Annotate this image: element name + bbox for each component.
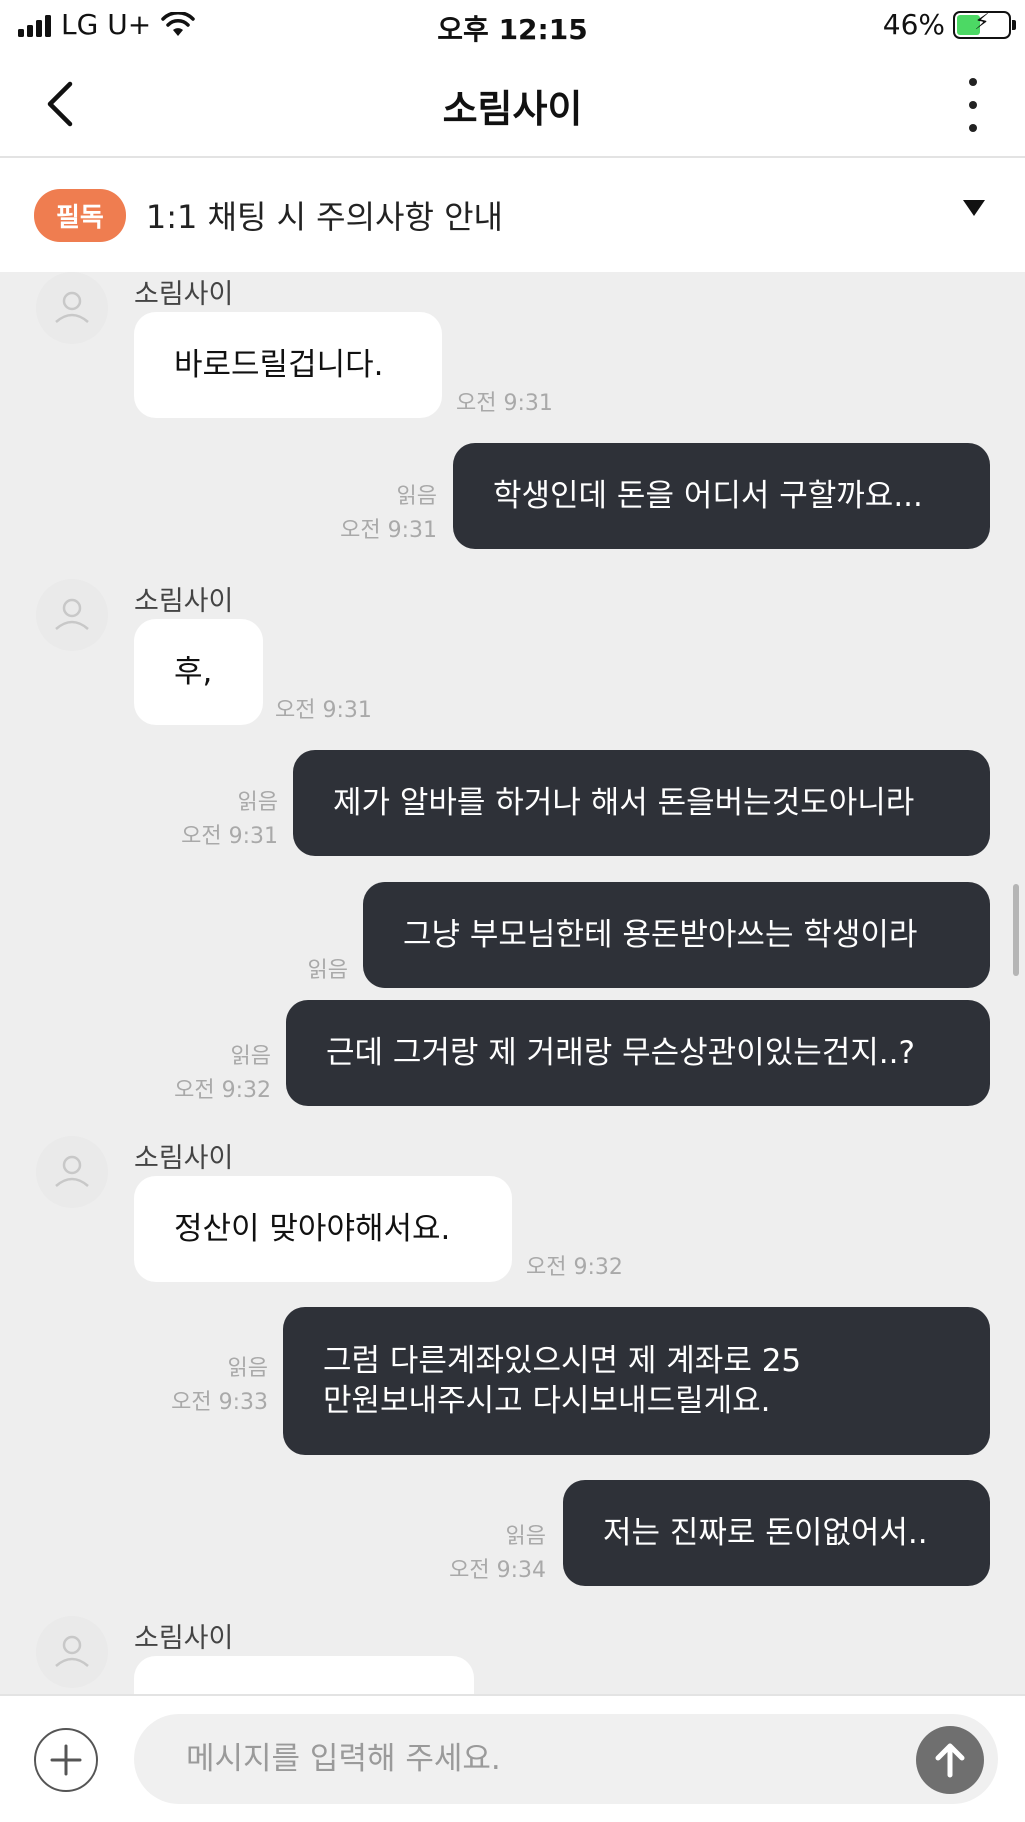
message-line: 만원보내주시고 다시보내드릴게요. — [323, 1383, 771, 1419]
more-dot — [969, 124, 977, 132]
message-time: 오전 9:34 — [449, 1558, 546, 1583]
message-bubble-outgoing[interactable]: 저는 진짜로 돈이없어서.. — [563, 1480, 990, 1586]
read-receipt: 읽음 — [505, 1524, 546, 1549]
message-line: 그럼 다른계좌있으시면 제 계좌로 25 — [323, 1343, 802, 1379]
message-time: 오전 9:31 — [275, 698, 372, 723]
message-bubble-incoming[interactable]: 바로드릴겁니다. — [134, 312, 442, 418]
bolt-icon: ⚡ — [974, 9, 990, 35]
user-icon — [55, 598, 89, 630]
chat-messages[interactable]: 소림사이 바로드릴겁니다. 오전 9:31 읽음 오전 9:31 학생인데 돈을… — [0, 272, 1025, 1694]
message-text: 학생인데 돈을 어디서 구할까요... — [493, 478, 923, 514]
message-text: 그럼 다른계좌있으시면 제 계좌로 25 만원보내주시고 다시보내드릴게요. — [323, 1341, 801, 1421]
message-input-bar — [0, 1694, 1025, 1822]
plus-circle-icon — [50, 1744, 82, 1776]
arrow-up-icon — [935, 1743, 965, 1778]
sender-name: 소림사이 — [134, 586, 234, 617]
user-icon — [55, 1635, 89, 1667]
more-dot — [969, 101, 977, 109]
message-time: 오전 9:31 — [340, 518, 437, 543]
user-icon — [55, 1155, 89, 1187]
read-receipt: 읽음 — [396, 484, 437, 509]
notice-badge: 필독 — [34, 188, 126, 242]
read-receipt: 읽음 — [230, 1044, 271, 1069]
battery-percent: 46% — [882, 8, 945, 41]
message-text: 근데 그거랑 제 거래랑 무슨상관이있는건지..? — [326, 1035, 915, 1071]
user-icon — [55, 291, 89, 323]
more-options-button[interactable] — [961, 78, 985, 132]
message-time: 오전 9:33 — [171, 1390, 268, 1415]
avatar[interactable] — [36, 1616, 108, 1688]
page-title: 소림사이 — [442, 87, 583, 131]
message-text: 저는 진짜로 돈이없어서.. — [603, 1515, 928, 1551]
attach-button[interactable] — [34, 1728, 98, 1792]
message-bubble-outgoing[interactable]: 그럼 다른계좌있으시면 제 계좌로 25 만원보내주시고 다시보내드릴게요. — [283, 1307, 990, 1455]
message-bubble-outgoing[interactable]: 근데 그거랑 제 거래랑 무슨상관이있는건지..? — [286, 1000, 990, 1106]
more-vertical-icon — [969, 78, 977, 86]
triangle-down-icon[interactable] — [963, 200, 985, 216]
sender-name: 소림사이 — [134, 1623, 234, 1654]
sender-name: 소림사이 — [134, 279, 234, 310]
message-time: 오전 9:32 — [174, 1078, 271, 1103]
battery-charging-icon: ⚡ — [953, 9, 1016, 39]
message-time: 오전 9:31 — [181, 824, 278, 849]
read-receipt: 읽음 — [307, 958, 348, 983]
read-receipt: 읽음 — [227, 1356, 268, 1381]
message-text: 바로드릴겁니다. — [174, 347, 384, 383]
message-bubble-incoming[interactable] — [134, 1656, 474, 1694]
message-text: 후, — [174, 654, 213, 690]
status-time: 오후 12:15 — [437, 13, 588, 46]
message-text: 정산이 맞아야해서요. — [174, 1211, 451, 1247]
status-bar: LG U+ 오후 12:15 46% ⚡ — [0, 0, 1025, 52]
message-bubble-outgoing[interactable]: 그냥 부모님한테 용돈받아쓰는 학생이라 — [363, 882, 990, 988]
message-bubble-outgoing[interactable]: 제가 알바를 하거나 해서 돈을버는것도아니라 — [293, 750, 990, 856]
message-bubble-outgoing[interactable]: 학생인데 돈을 어디서 구할까요... — [453, 443, 990, 549]
notice-banner[interactable]: 필독 1:1 채팅 시 주의사항 안내 — [0, 160, 1025, 270]
avatar[interactable] — [36, 272, 108, 344]
message-text: 그냥 부모님한테 용돈받아쓰는 학생이라 — [403, 917, 918, 953]
message-time: 오전 9:32 — [526, 1255, 623, 1280]
sender-name: 소림사이 — [134, 1143, 234, 1174]
notice-text: 1:1 채팅 시 주의사항 안내 — [145, 198, 503, 236]
message-bubble-incoming[interactable]: 후, — [134, 619, 263, 725]
message-bubble-incoming[interactable]: 정산이 맞아야해서요. — [134, 1176, 512, 1282]
status-right: 46% ⚡ — [882, 8, 1016, 41]
avatar[interactable] — [36, 579, 108, 651]
avatar[interactable] — [36, 1136, 108, 1208]
send-button[interactable] — [916, 1726, 984, 1794]
scrollbar-thumb[interactable] — [1013, 884, 1019, 976]
chat-header: 소림사이 — [0, 52, 1025, 158]
message-time: 오전 9:31 — [456, 391, 553, 416]
message-input[interactable] — [134, 1714, 998, 1804]
read-receipt: 읽음 — [237, 790, 278, 815]
message-text: 제가 알바를 하거나 해서 돈을버는것도아니라 — [333, 785, 915, 821]
